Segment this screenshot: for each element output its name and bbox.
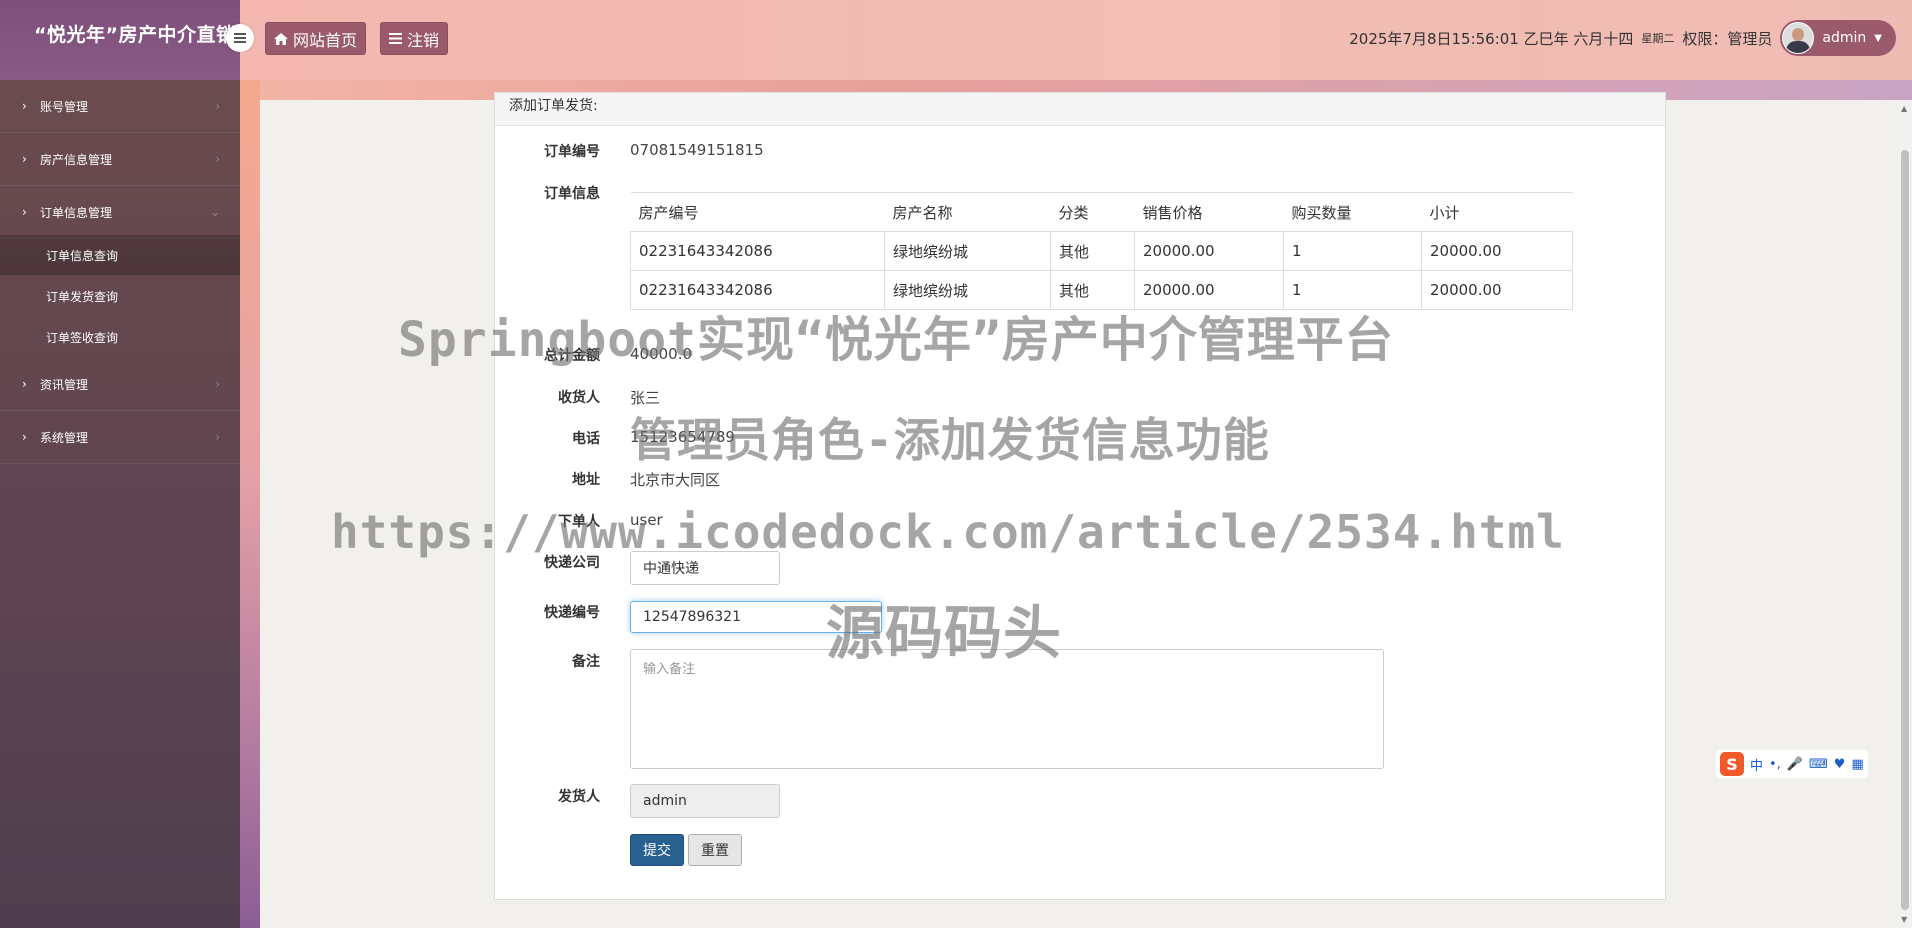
sidebar-subitem-shipping-query[interactable]: 订单发货查询 — [0, 276, 240, 316]
ime-mode[interactable]: 中 — [1750, 755, 1763, 774]
brand-area: “悦光年”房产中介直销 — [0, 0, 240, 80]
phone-label: 电话 — [572, 431, 600, 447]
sidebar-accent-strip — [240, 80, 260, 928]
sidebar-item-label: 系统管理 — [40, 430, 89, 445]
scrollbar-thumb[interactable] — [1901, 150, 1909, 910]
home-icon — [274, 32, 288, 45]
watermark-line-4: 源码码头 — [826, 599, 1063, 667]
punctuation-icon[interactable]: •, — [1769, 757, 1781, 772]
table-cell: 02231643342086 — [630, 231, 885, 271]
weekday: 星期二 — [1641, 32, 1675, 45]
username: admin — [1822, 30, 1867, 46]
brand-title: “悦光年”房产中介直销 — [34, 24, 236, 46]
hamburger-icon — [234, 33, 246, 43]
chevron-right-icon: › — [22, 430, 27, 444]
shipper-label: 发货人 — [558, 789, 600, 805]
header-right: 2025年7月8日15:56:01 乙巳年 六月十四 星期二 权限：管理员 ad… — [1349, 20, 1896, 56]
sidebar-item-label: 房产信息管理 — [40, 152, 113, 167]
submit-button[interactable]: 提交 — [630, 834, 684, 866]
remark-label: 备注 — [572, 654, 600, 670]
scroll-down-arrow-icon[interactable]: ▼ — [1901, 915, 1907, 924]
table-cell: 其他 — [1050, 231, 1135, 271]
sidebar-subitem-receipt-query[interactable]: 订单签收查询 — [0, 317, 240, 357]
receiver-label: 收货人 — [558, 390, 600, 406]
sidebar-item-orders[interactable]: › 订单信息管理 ⌄ — [0, 186, 240, 239]
grid-icon[interactable]: ▦ — [1851, 757, 1863, 772]
sidebar-item-account[interactable]: › 账号管理 › — [0, 80, 240, 133]
microphone-icon[interactable]: 🎤 — [1787, 757, 1803, 772]
watermark-line-2: 管理员角色-添加发货信息功能 — [630, 413, 1270, 467]
sidebar-subitem-label: 订单签收查询 — [46, 330, 119, 345]
order-info-label: 订单信息 — [544, 186, 600, 202]
table-cell: 1 — [1283, 231, 1422, 271]
sidebar-subitem-order-query[interactable]: 订单信息查询 — [0, 235, 240, 275]
top-header: “悦光年”房产中介直销 网站首页 注销 2025年7月8日15:56:01 乙巳… — [0, 0, 1912, 80]
chevron-right-icon: › — [215, 99, 220, 113]
order-items-table: 房产编号 房产名称 分类 销售价格 购买数量 小计 02231643342086… — [630, 192, 1573, 310]
chevron-right-icon: › — [215, 377, 220, 391]
shipper-input[interactable]: admin — [630, 784, 780, 818]
address-label: 地址 — [572, 472, 600, 488]
table-cell: 20000.00 — [1421, 270, 1573, 310]
table-header-row: 房产编号 房产名称 分类 销售价格 购买数量 小计 — [630, 192, 1573, 232]
col-category: 分类 — [1050, 192, 1135, 232]
sidebar-item-property[interactable]: › 房产信息管理 › — [0, 133, 240, 186]
chevron-down-icon: ⌄ — [209, 205, 220, 219]
watermark-line-3: https://www.icodedock.com/article/2534.h… — [331, 505, 1565, 559]
panel-heading: 添加订单发货: — [495, 93, 1665, 126]
sidebar-item-news[interactable]: › 资讯管理 › — [0, 358, 240, 411]
keyboard-icon[interactable]: ⌨ — [1809, 757, 1828, 772]
home-button[interactable]: 网站首页 — [265, 22, 367, 55]
role-label: 权限：管理员 — [1682, 29, 1773, 48]
avatar — [1782, 22, 1815, 54]
home-button-label: 网站首页 — [293, 30, 358, 50]
chevron-right-icon: › — [22, 152, 27, 166]
ime-toolbar[interactable]: S 中 •, 🎤 ⌨ ♥ ▦ — [1716, 750, 1868, 778]
menu-toggle-button[interactable] — [226, 24, 254, 52]
col-property-name: 房产名称 — [884, 192, 1051, 232]
table-row: 02231643342086 绿地缤纷城 其他 20000.00 1 20000… — [630, 231, 1573, 271]
chevron-right-icon: › — [22, 99, 27, 113]
sidebar-subitem-label: 订单发货查询 — [46, 289, 119, 304]
sidebar-item-label: 资讯管理 — [40, 377, 89, 392]
logout-button[interactable]: 注销 — [380, 22, 449, 55]
sidebar-item-label: 订单信息管理 — [40, 205, 113, 220]
express-no-label: 快递编号 — [544, 605, 600, 621]
chevron-right-icon: › — [22, 377, 27, 391]
caret-down-icon: ▼ — [1874, 32, 1882, 44]
col-property-no: 房产编号 — [630, 192, 885, 232]
page-scrollbar[interactable]: ▲ ▼ — [1898, 100, 1912, 928]
table-cell: 20000.00 — [1134, 231, 1284, 271]
reset-button[interactable]: 重置 — [688, 834, 742, 866]
sidebar: › 账号管理 › › 房产信息管理 › › 订单信息管理 ⌄ 订单信息查询 订单… — [0, 80, 240, 928]
list-icon — [389, 33, 402, 44]
col-price: 销售价格 — [1134, 192, 1284, 232]
order-no-label: 订单编号 — [544, 144, 600, 160]
logout-button-label: 注销 — [407, 30, 440, 50]
datetime: 2025年7月8日15:56:01 乙巳年 六月十四 — [1349, 29, 1634, 48]
sogou-logo-icon: S — [1720, 752, 1744, 776]
skin-icon[interactable]: ♥ — [1834, 757, 1846, 772]
chevron-right-icon: › — [215, 152, 220, 166]
scroll-up-arrow-icon[interactable]: ▲ — [1901, 104, 1907, 113]
chevron-right-icon: › — [215, 430, 220, 444]
table-cell: 20000.00 — [1421, 231, 1573, 271]
user-menu[interactable]: admin ▼ — [1780, 20, 1896, 56]
address-value: 北京市大同区 — [630, 471, 721, 489]
col-subtotal: 小计 — [1421, 192, 1573, 232]
sidebar-item-system[interactable]: › 系统管理 › — [0, 411, 240, 464]
order-no-value: 07081549151815 — [630, 141, 764, 159]
col-quantity: 购买数量 — [1283, 192, 1422, 232]
watermark-line-1: Springboot实现“悦光年”房产中介管理平台 — [398, 312, 1394, 368]
sidebar-item-label: 账号管理 — [40, 99, 89, 114]
chevron-right-icon: › — [22, 205, 27, 219]
table-cell: 绿地缤纷城 — [884, 231, 1051, 271]
sidebar-subitem-label: 订单信息查询 — [46, 248, 119, 263]
panel-title: 添加订单发货: — [509, 98, 598, 114]
